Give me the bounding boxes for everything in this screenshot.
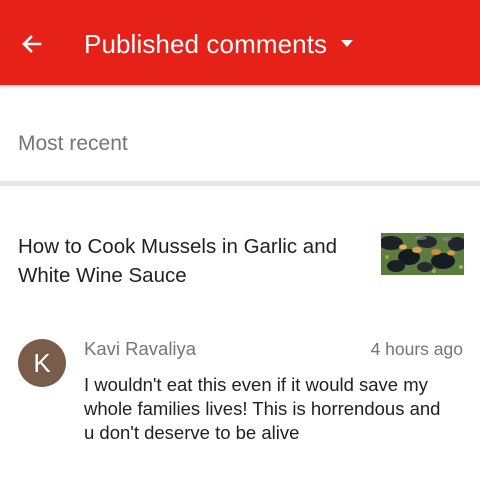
mussels-image <box>381 233 464 275</box>
arrow-left-icon <box>22 35 42 53</box>
comment-item[interactable]: K Kavi Ravaliya 4 hours ago I wouldn't e… <box>0 330 480 480</box>
sort-filter-label: Most recent <box>18 132 128 155</box>
page-title: Published comments <box>84 29 328 59</box>
comment-timestamp: 4 hours ago <box>370 339 463 359</box>
back-button[interactable] <box>14 26 50 62</box>
caret-down-icon <box>341 40 354 47</box>
video-item[interactable]: How to Cook Mussels in Garlic and White … <box>0 186 480 306</box>
app-bar: Published comments <box>0 0 480 85</box>
avatar[interactable]: K <box>18 339 66 387</box>
mussels-thumbnail[interactable] <box>381 233 464 275</box>
title-dropdown[interactable]: Published comments <box>84 28 354 60</box>
video-title: How to Cook Mussels in Garlic and White … <box>18 235 338 287</box>
sort-filter[interactable]: Most recent <box>0 118 480 178</box>
comment-author[interactable]: Kavi Ravaliya <box>84 338 196 360</box>
comment-text: I wouldn't eat this even if it would sav… <box>84 374 441 443</box>
